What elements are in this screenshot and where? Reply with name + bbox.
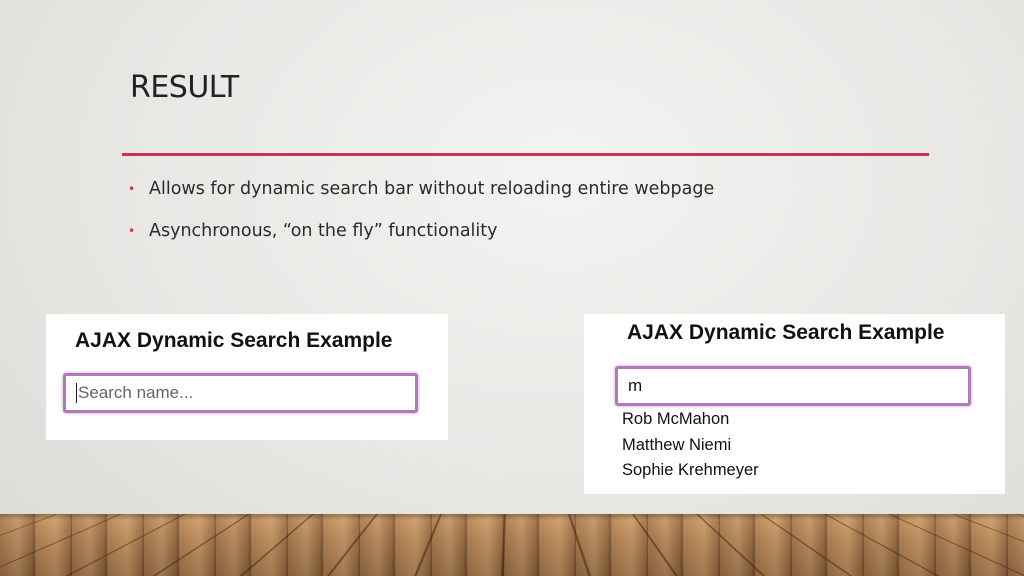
search-value: m [628,376,642,395]
bullet-list: • Allows for dynamic search bar without … [128,176,714,260]
search-input[interactable]: Search name... [63,373,418,413]
search-placeholder: Search name... [78,383,193,402]
bullet-icon: • [128,176,135,202]
search-input[interactable]: m [615,366,971,406]
title-divider [122,153,929,156]
bullet-item: • Allows for dynamic search bar without … [128,176,714,218]
bullet-item: • Asynchronous, “on the fly” functionali… [128,218,714,260]
slide-title: RESULT [130,70,239,105]
result-item[interactable]: Rob McMahon [622,407,759,433]
screenshot-filled-search: AJAX Dynamic Search Example m Rob McMaho… [584,314,1005,494]
bullet-icon: • [128,218,135,244]
bullet-text: Allows for dynamic search bar without re… [149,179,714,199]
floor-planks [0,514,1024,576]
result-item[interactable]: Matthew Niemi [622,433,759,459]
bullet-text: Asynchronous, “on the fly” functionality [149,221,498,241]
text-caret [76,383,77,403]
wood-floor [0,514,1024,576]
screenshot-empty-search: AJAX Dynamic Search Example Search name.… [46,314,448,440]
result-item[interactable]: Sophie Krehmeyer [622,458,759,484]
demo-heading: AJAX Dynamic Search Example [75,329,392,353]
search-results: Rob McMahon Matthew Niemi Sophie Krehmey… [622,407,759,484]
demo-heading: AJAX Dynamic Search Example [627,321,944,345]
